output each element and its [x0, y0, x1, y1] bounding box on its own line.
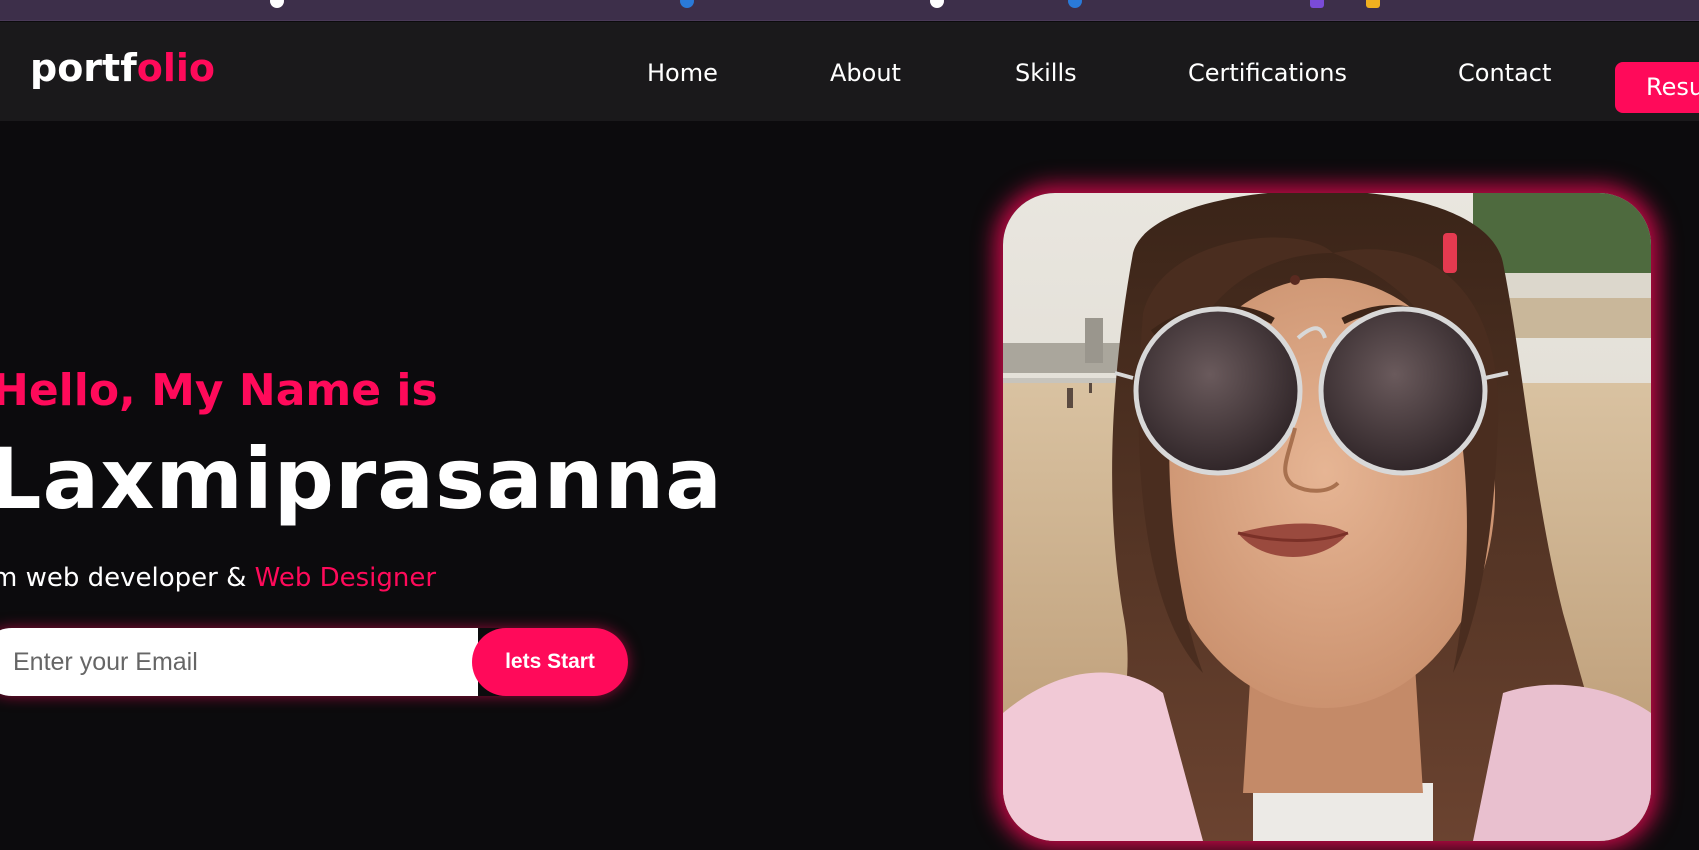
hero-role: m web developer & Web Designer	[0, 563, 436, 593]
nav-link-certifications[interactable]: Certifications	[1188, 59, 1347, 87]
logo-text-accent: olio	[136, 46, 216, 90]
browser-toolbar-strip	[0, 0, 1699, 21]
hero-role-highlight: Web Designer	[254, 563, 437, 593]
nav-link-skills[interactable]: Skills	[1015, 59, 1077, 87]
site-navbar: portfolio Home About Skills Certificatio…	[0, 22, 1699, 121]
logo-text-primary: portf	[30, 46, 137, 90]
browser-extension-icon[interactable]	[1366, 0, 1380, 8]
hero-role-prefix: m web developer &	[0, 563, 255, 593]
browser-extension-icon[interactable]	[680, 0, 694, 8]
browser-extension-icon[interactable]	[1068, 0, 1082, 8]
lets-start-button[interactable]: lets Start	[472, 628, 628, 696]
email-signup-form: lets Start	[0, 628, 628, 696]
hero-greeting: Hello, My Name is	[0, 365, 438, 416]
nav-link-about[interactable]: About	[830, 59, 901, 87]
nav-link-contact[interactable]: Contact	[1458, 59, 1551, 87]
profile-photo	[1003, 193, 1651, 841]
email-input[interactable]	[0, 628, 478, 696]
site-logo[interactable]: portfolio	[30, 46, 215, 90]
profile-photo-illustration	[1003, 193, 1651, 841]
nav-link-home[interactable]: Home	[647, 59, 718, 87]
browser-extension-icon[interactable]	[270, 0, 284, 8]
browser-extension-icon[interactable]	[930, 0, 944, 8]
hero-name: Laxmiprasanna	[0, 430, 723, 528]
resume-button[interactable]: Resu	[1615, 62, 1699, 113]
browser-extension-icon[interactable]	[1310, 0, 1324, 8]
